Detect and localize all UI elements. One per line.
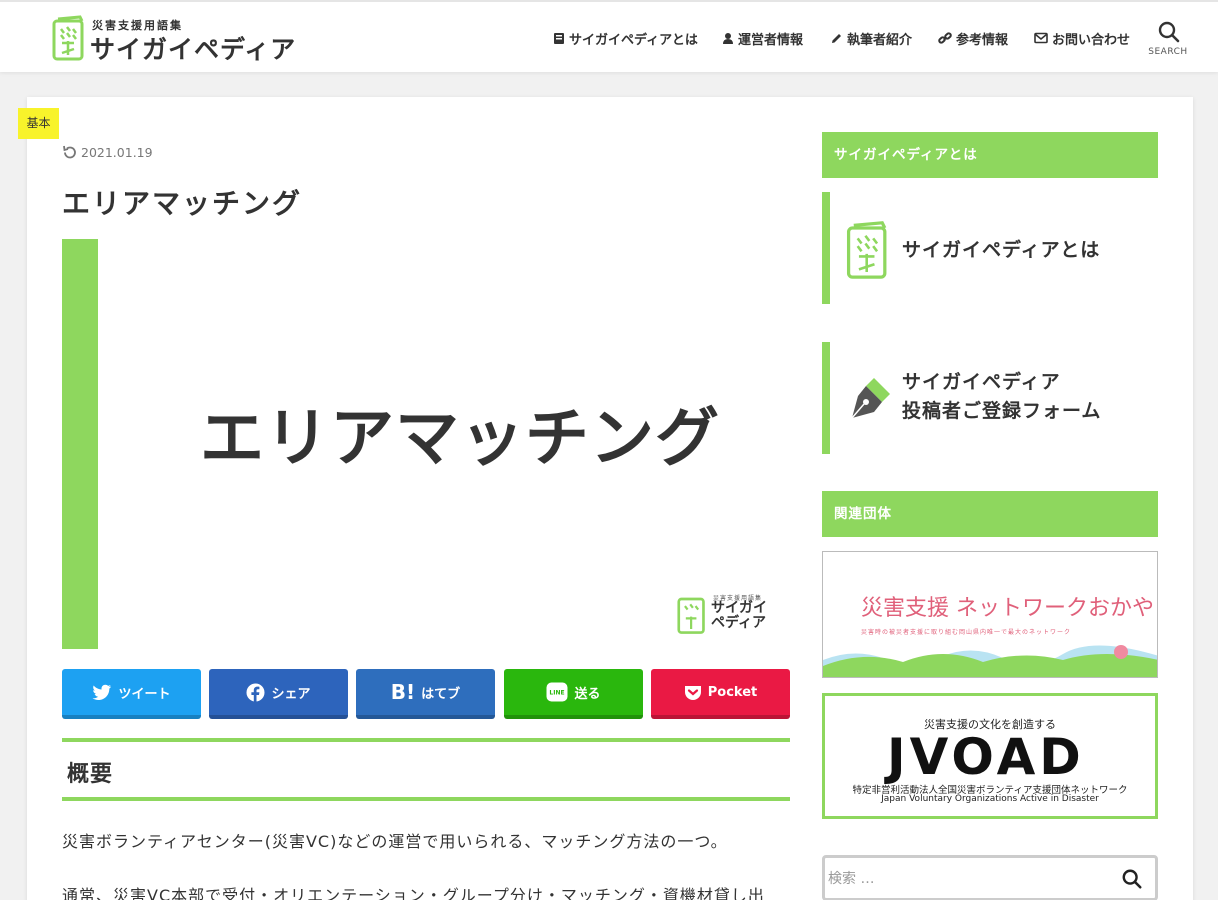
- article-paragraph: 災害ボランティアセンター(災害VC)などの運営で用いられる、マッチング方法の一つ…: [62, 832, 728, 851]
- site-logo[interactable]: 災害支援用語集 サイガイペディア: [52, 13, 302, 65]
- contributor-form-line1: サイガイペディア: [902, 371, 1061, 393]
- share-label: はてブ: [421, 686, 461, 702]
- post-date: 2021.01.19: [62, 145, 153, 160]
- share-facebook-button[interactable]: シェア: [209, 669, 348, 719]
- contributor-form-banner[interactable]: サイガイペディア 投稿者ご登録フォーム: [822, 342, 1158, 454]
- share-line-button[interactable]: LINE 送る: [504, 669, 643, 719]
- widget-title-about: サイガイペディアとは: [822, 132, 1158, 178]
- search-submit-icon[interactable]: [1121, 868, 1143, 890]
- eyecatch-logo: 災害支援用語集 サイガイペディア: [677, 591, 777, 637]
- nav-item-operator[interactable]: 運営者情報: [722, 28, 803, 48]
- org-okayama-subtitle: 災害時の被災者支援に取り組む岡山県内唯一で最大のネットワーク: [861, 629, 1072, 636]
- site-name: サイガイペディア: [90, 35, 297, 64]
- about-banner-text: サイガイペディアとは: [902, 239, 1101, 261]
- section-heading: 概要: [62, 738, 790, 801]
- eyecatch-accent-bar: [62, 239, 98, 649]
- user-icon: [723, 32, 733, 44]
- hatena-icon: B!: [390, 680, 416, 704]
- org-okayama-title: 災害支援 ネットワークおかやま: [861, 596, 1158, 621]
- share-hatena-button[interactable]: B! はてブ: [356, 669, 495, 719]
- search-label: SEARCH: [1148, 47, 1188, 57]
- org-jvoad-desc-en: Japan Voluntary Organizations Active in …: [881, 794, 1099, 804]
- org-jvoad-name: JVOAD: [887, 728, 1085, 786]
- section-heading-text: 概要: [67, 762, 114, 787]
- share-label: 送る: [574, 686, 601, 702]
- logo-mark-icon: [846, 221, 887, 279]
- pencil-icon: [832, 33, 841, 43]
- site-header: 災害支援用語集 サイガイペディア サイガイペディアとは 運営者情報 執筆者紹介 …: [0, 0, 1218, 72]
- about-banner[interactable]: サイガイペディアとは: [822, 192, 1158, 304]
- hills-illustration: [823, 645, 1157, 677]
- twitter-icon: [92, 684, 112, 700]
- link-icon: [938, 31, 952, 44]
- eyecatch-image: エリアマッチング 災害支援用語集 サイガイペディア: [62, 239, 790, 649]
- update-icon: [63, 145, 76, 159]
- logo-mark-icon: [677, 597, 705, 634]
- share-twitter-button[interactable]: ツイート: [62, 669, 201, 719]
- line-icon: LINE: [546, 682, 568, 702]
- line-icon-text: LINE: [550, 690, 565, 697]
- eyecatch-title: エリアマッチング: [200, 402, 720, 476]
- org-banner-okayama[interactable]: 災害支援 ネットワークおかやま 災害時の被災者支援に取り組む岡山県内唯一で最大の…: [822, 551, 1158, 678]
- nav-label: サイガイペディアとは: [569, 32, 698, 48]
- envelope-icon: [1034, 32, 1048, 44]
- search-icon: [1158, 21, 1180, 43]
- article-title: エリアマッチング: [62, 187, 303, 220]
- org-banner-jvoad[interactable]: 災害支援の文化を創造する JVOAD 特定非営利活動法人全国災害ボランティア支援…: [822, 693, 1158, 819]
- sidebar-search-input[interactable]: [828, 864, 1108, 894]
- header-search-button[interactable]: SEARCH: [1148, 18, 1188, 60]
- article-paragraph: 通常、災害VC本部で受付・オリエンテーション・グループ分け・マッチング・資機材貸…: [62, 886, 765, 900]
- share-pocket-button[interactable]: Pocket: [651, 669, 790, 719]
- pocket-icon: [684, 685, 701, 700]
- contributor-form-line2: 投稿者ご登録フォーム: [902, 400, 1102, 422]
- nav-item-contact[interactable]: お問い合わせ: [1034, 28, 1130, 48]
- book-icon: [554, 32, 564, 44]
- post-date-text: 2021.01.19: [81, 145, 153, 160]
- eyecatch-logo-name: サイガイペディア: [711, 600, 767, 631]
- share-label: ツイート: [118, 686, 171, 702]
- nav-label: 執筆者紹介: [847, 32, 913, 48]
- nav-item-writers[interactable]: 執筆者紹介: [830, 28, 912, 48]
- nav-item-about[interactable]: サイガイペディアとは: [553, 28, 698, 48]
- logo-mark-icon: [52, 15, 84, 61]
- category-badge[interactable]: 基本: [18, 108, 59, 139]
- share-label: Pocket: [707, 684, 758, 700]
- share-label: シェア: [271, 686, 311, 702]
- fountain-pen-icon: [851, 378, 890, 419]
- nav-label: 運営者情報: [738, 32, 804, 48]
- nav-label: 参考情報: [956, 32, 1009, 48]
- widget-title-related-orgs: 関連団体: [822, 491, 1158, 537]
- nav-item-references[interactable]: 参考情報: [938, 28, 1008, 48]
- sidebar-search: [822, 855, 1158, 900]
- facebook-icon: [246, 683, 265, 702]
- nav-label: お問い合わせ: [1052, 32, 1131, 48]
